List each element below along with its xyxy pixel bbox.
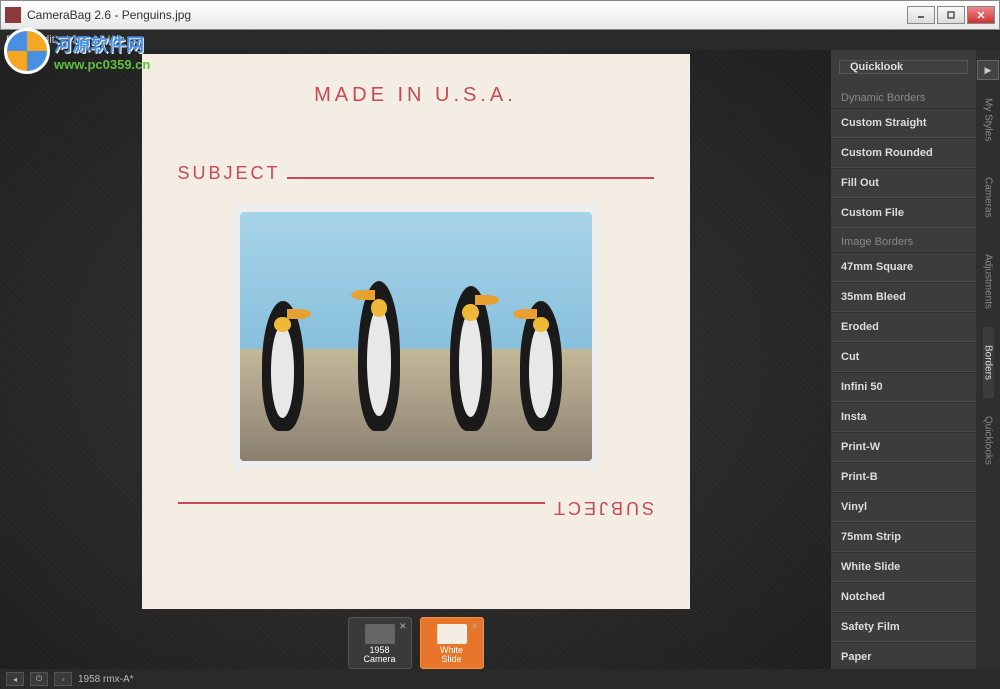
- sidebar-item-custom-rounded[interactable]: Custom Rounded: [831, 138, 976, 168]
- subject-top: SUBJECT: [142, 163, 690, 184]
- watermark-logo: [4, 28, 50, 74]
- sidebar-item-print-w[interactable]: Print-W: [831, 432, 976, 462]
- status-btn-power[interactable]: ⏻: [30, 672, 48, 686]
- status-btn-3[interactable]: ▫: [54, 672, 72, 686]
- sidebar-item-infini-50[interactable]: Infini 50: [831, 372, 976, 402]
- sidebar-item-safety-film[interactable]: Safety Film: [831, 612, 976, 642]
- close-button[interactable]: [967, 6, 995, 24]
- tab-quicklooks[interactable]: Quicklooks: [983, 398, 994, 483]
- sidebar-item-fill-out[interactable]: Fill Out: [831, 168, 976, 198]
- sidebar-item-insta[interactable]: Insta: [831, 402, 976, 432]
- effect-thumb-white-slide[interactable]: ✕ White Slide: [420, 617, 484, 669]
- side-panel: Quicklook Dynamic Borders Custom Straigh…: [831, 50, 976, 669]
- titlebar: CameraBag 2.6 - Penguins.jpg: [0, 0, 1000, 30]
- close-icon[interactable]: ✕: [399, 621, 407, 632]
- made-label: MADE IN U.S.A.: [314, 84, 517, 107]
- subject-line-top: [287, 177, 654, 179]
- subject-label-top: SUBJECT: [178, 163, 281, 184]
- subject-label-bottom: SUBJECT: [550, 497, 653, 518]
- watermark-overlay: 河源软件网 www.pc0359.cn: [4, 28, 150, 74]
- section-image-borders: Image Borders: [831, 228, 976, 252]
- sidebar-item-eroded[interactable]: Eroded: [831, 312, 976, 342]
- minimize-button[interactable]: [907, 6, 935, 24]
- sidebar-item-white-slide[interactable]: White Slide: [831, 552, 976, 582]
- sidebar-item-notched[interactable]: Notched: [831, 582, 976, 612]
- section-dynamic-borders: Dynamic Borders: [831, 84, 976, 108]
- preview-slide: MADE IN U.S.A. SUBJECT SUBJECT: [142, 54, 690, 609]
- tab-adjustments[interactable]: Adjustments: [983, 236, 994, 327]
- photo-frame: [232, 204, 600, 469]
- status-label: 1958 rmx-A*: [78, 674, 134, 685]
- effect-thumb-1958-camera[interactable]: ✕ 1958 Camera: [348, 617, 412, 669]
- window-title: CameraBag 2.6 - Penguins.jpg: [27, 8, 907, 22]
- sidebar-item-print-b[interactable]: Print-B: [831, 462, 976, 492]
- watermark-text-cn: 河源软件网: [54, 31, 150, 57]
- canvas-area: MADE IN U.S.A. SUBJECT SUBJECT ✕ 1958: [0, 50, 831, 669]
- subject-bottom: SUBJECT: [142, 497, 690, 518]
- sidebar-item-custom-straight[interactable]: Custom Straight: [831, 108, 976, 138]
- sidebar-item-vinyl[interactable]: Vinyl: [831, 492, 976, 522]
- tab-my-styles[interactable]: My Styles: [983, 80, 994, 159]
- watermark-url: www.pc0359.cn: [54, 57, 150, 72]
- sidebar-item-paper[interactable]: Paper: [831, 642, 976, 669]
- sidebar-item-custom-file[interactable]: Custom File: [831, 198, 976, 228]
- maximize-button[interactable]: [937, 6, 965, 24]
- app-icon: [5, 7, 21, 23]
- status-btn-1[interactable]: ◂: [6, 672, 24, 686]
- sidebar-item-47mm-square[interactable]: 47mm Square: [831, 252, 976, 282]
- subject-line-bottom: [178, 502, 545, 504]
- quicklook-button[interactable]: Quicklook: [839, 60, 968, 74]
- sidebar-item-75mm-strip[interactable]: 75mm Strip: [831, 522, 976, 552]
- tab-cameras[interactable]: Cameras: [983, 159, 994, 236]
- sidebar-item-35mm-bleed[interactable]: 35mm Bleed: [831, 282, 976, 312]
- expand-button[interactable]: ▶: [977, 60, 999, 80]
- tab-strip: ▶ My Styles Cameras Adjustments Borders …: [976, 50, 1000, 669]
- close-icon[interactable]: ✕: [471, 621, 479, 632]
- effect-tray: ✕ 1958 Camera ✕ White Slide: [348, 617, 484, 669]
- statusbar: ◂ ⏻ ▫ 1958 rmx-A*: [0, 669, 1000, 689]
- tab-borders[interactable]: Borders: [983, 327, 994, 398]
- sidebar-item-cut[interactable]: Cut: [831, 342, 976, 372]
